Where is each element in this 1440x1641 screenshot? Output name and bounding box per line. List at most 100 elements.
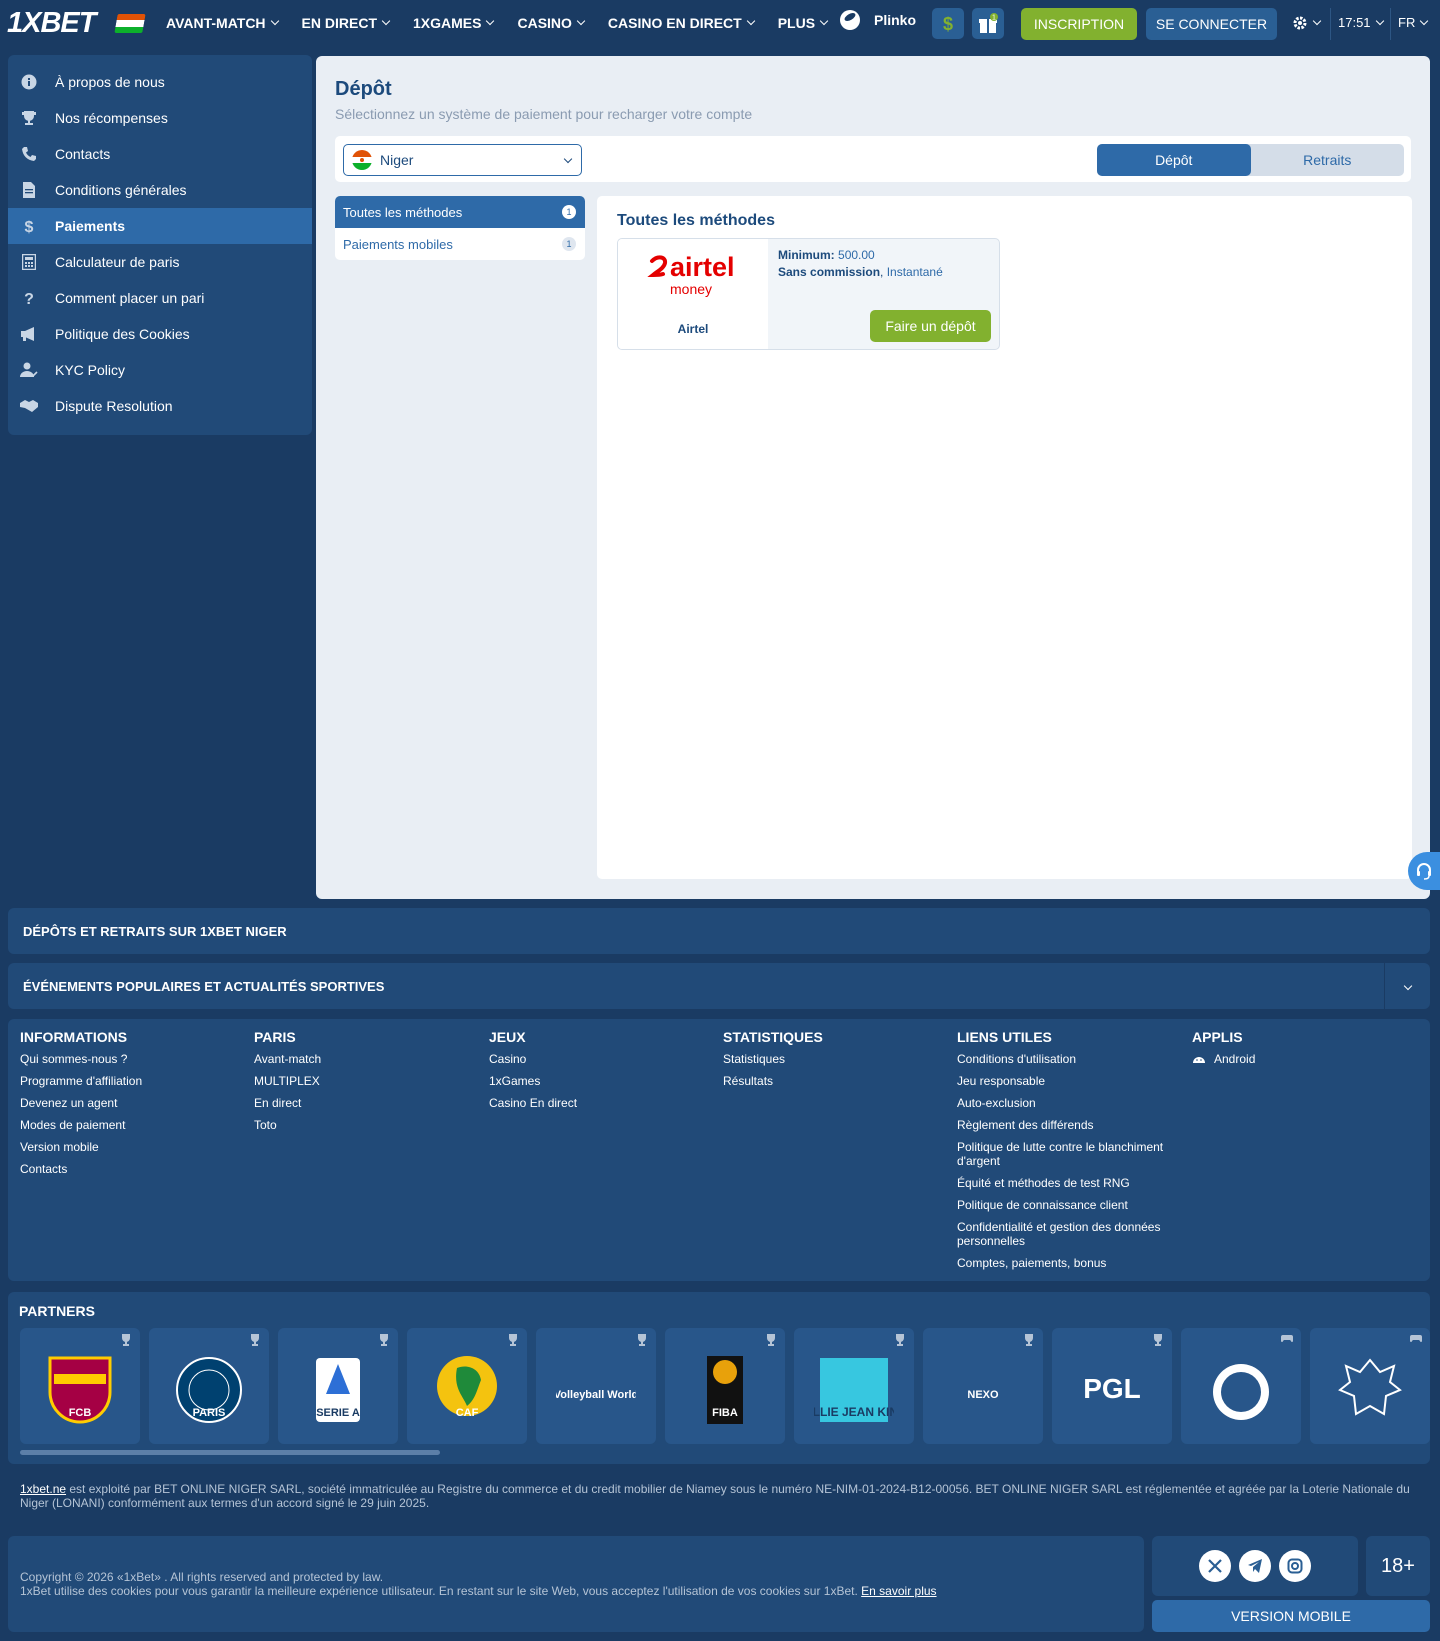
dollar-button[interactable]: $	[932, 8, 964, 39]
gift-button[interactable]: 1	[972, 8, 1004, 39]
sidebar-item-how-to-bet[interactable]: ? Comment placer un pari	[8, 280, 312, 316]
info-icon	[20, 73, 38, 91]
login-button[interactable]: SE CONNECTER	[1146, 8, 1277, 40]
svg-text:$: $	[943, 14, 953, 34]
svg-text:Volleyball World: Volleyball World	[556, 1389, 636, 1401]
filter-bar: Niger Dépôt Retraits	[335, 136, 1411, 182]
x-twitter-button[interactable]	[1199, 1550, 1231, 1582]
deposits-info-band[interactable]: DÉPÔTS ET RETRAITS SUR 1XBET NIGER	[8, 908, 1430, 954]
footer-link[interactable]: Conditions d'utilisation	[957, 1052, 1172, 1066]
partner-card[interactable]: SERIE A	[278, 1328, 398, 1444]
footer-link[interactable]: Politique de lutte contre le blanchiment…	[957, 1140, 1172, 1168]
footer-link-android[interactable]: Android	[1192, 1052, 1412, 1066]
footer-link[interactable]: 1xGames	[489, 1074, 709, 1088]
trophy-icon	[20, 109, 38, 127]
sidebar-item-about[interactable]: À propos de nous	[8, 64, 312, 100]
footer-link[interactable]: Toto	[254, 1118, 474, 1132]
footer-link[interactable]: MULTIPLEX	[254, 1074, 474, 1088]
fc-barcelona-logo: FCB	[20, 1350, 140, 1430]
partner-card[interactable]: CAF	[407, 1328, 527, 1444]
partner-card[interactable]: PARIS	[149, 1328, 269, 1444]
language-selector[interactable]: FR	[1398, 15, 1429, 30]
minimum-label: Minimum:	[778, 248, 835, 262]
nav-en-direct[interactable]: EN DIRECT	[302, 15, 391, 31]
footer-link[interactable]: Casino En direct	[489, 1096, 709, 1110]
footer-link[interactable]: Comptes, paiements, bonus	[957, 1256, 1172, 1270]
partner-card[interactable]: FCB	[20, 1328, 140, 1444]
footer-link[interactable]: Avant-match	[254, 1052, 474, 1066]
partner-card[interactable]: FIBA	[665, 1328, 785, 1444]
footer-column-title: INFORMATIONS	[20, 1029, 128, 1045]
footer-link[interactable]: Version mobile	[20, 1140, 240, 1154]
method-name: Airtel	[677, 322, 709, 336]
telegram-button[interactable]	[1239, 1550, 1271, 1582]
sidebar-item-cookies[interactable]: Politique des Cookies	[8, 316, 312, 352]
nav-plus[interactable]: PLUS	[778, 15, 829, 31]
country-value: Niger	[380, 152, 414, 168]
band-title: DÉPÔTS ET RETRAITS SUR 1XBET NIGER	[23, 923, 287, 939]
chevron-down-icon	[746, 16, 755, 26]
site-logo[interactable]: 1XBET	[7, 9, 96, 38]
make-deposit-button[interactable]: Faire un dépôt	[870, 310, 991, 342]
footer-link[interactable]: Politique de connaissance client	[957, 1198, 1172, 1212]
footer-link[interactable]: Statistiques	[723, 1052, 943, 1066]
support-chat-button[interactable]	[1408, 852, 1440, 890]
sidebar-item-kyc[interactable]: KYC Policy	[8, 352, 312, 388]
register-button[interactable]: INSCRIPTION	[1021, 8, 1137, 40]
partners-title: PARTNERS	[19, 1303, 95, 1319]
nav-casino-en-direct[interactable]: CASINO EN DIRECT	[608, 15, 755, 31]
learn-more-link[interactable]: En savoir plus	[861, 1584, 936, 1598]
sidebar-item-payments[interactable]: $ Paiements	[8, 208, 312, 244]
time-display[interactable]: 17:51	[1338, 15, 1384, 30]
sidebar-item-terms[interactable]: Conditions générales	[8, 172, 312, 208]
footer-link[interactable]: Casino	[489, 1052, 709, 1066]
payment-method-card[interactable]: airtel money Airtel Minimum: 500.00 Sans…	[617, 238, 1000, 350]
nav-1xgames[interactable]: 1XGAMES	[413, 15, 495, 31]
main-nav: AVANT-MATCH EN DIRECT 1XGAMES CASINO CAS…	[166, 0, 851, 46]
footer-column-title: JEUX	[489, 1029, 526, 1045]
plinko-link[interactable]: Plinko	[840, 10, 916, 30]
expand-button[interactable]	[1384, 963, 1430, 1009]
chevron-down-icon	[576, 16, 586, 26]
svg-text:?: ?	[24, 291, 34, 306]
partner-card[interactable]: BILLIE JEAN KING	[794, 1328, 914, 1444]
settings-button[interactable]	[1292, 15, 1322, 31]
instagram-button[interactable]	[1279, 1550, 1311, 1582]
nav-avant-match[interactable]: AVANT-MATCH	[166, 15, 279, 31]
footer-links: INFORMATIONS Qui sommes-nous ? Programme…	[8, 1019, 1430, 1281]
partners-scrollbar[interactable]	[20, 1450, 440, 1455]
footer-link[interactable]: Confidentialité et gestion des données p…	[957, 1220, 1172, 1248]
category-all-methods[interactable]: Toutes les méthodes 1	[335, 196, 585, 228]
footer-link[interactable]: Équité et méthodes de test RNG	[957, 1176, 1172, 1190]
sidebar-item-contacts[interactable]: Contacts	[8, 136, 312, 172]
footer-link[interactable]: En direct	[254, 1096, 474, 1110]
footer-link[interactable]: Auto-exclusion	[957, 1096, 1172, 1110]
tab-withdrawals[interactable]: Retraits	[1251, 144, 1405, 176]
popular-events-band[interactable]: ÉVÉNEMENTS POPULAIRES ET ACTUALITÉS SPOR…	[8, 963, 1430, 1009]
footer-link[interactable]: Contacts	[20, 1162, 240, 1176]
nav-casino[interactable]: CASINO	[517, 15, 586, 31]
tab-deposit[interactable]: Dépôt	[1097, 144, 1251, 176]
partner-card[interactable]: NEXO	[923, 1328, 1043, 1444]
sidebar-item-calculator[interactable]: Calculateur de paris	[8, 244, 312, 280]
sidebar-item-rewards[interactable]: Nos récompenses	[8, 100, 312, 136]
footer-link[interactable]: Résultats	[723, 1074, 943, 1088]
footer-link[interactable]: Qui sommes-nous ?	[20, 1052, 240, 1066]
footer-link[interactable]: Devenez un agent	[20, 1096, 240, 1110]
footer-link[interactable]: Modes de paiement	[20, 1118, 240, 1132]
footer-link[interactable]: Règlement des différends	[957, 1118, 1172, 1132]
band-title: ÉVÉNEMENTS POPULAIRES ET ACTUALITÉS SPOR…	[23, 978, 385, 994]
partner-card[interactable]	[1310, 1328, 1430, 1444]
mobile-version-button[interactable]: VERSION MOBILE	[1152, 1600, 1430, 1632]
site-link[interactable]: 1xbet.ne	[20, 1482, 66, 1496]
footer-link[interactable]: Programme d'affiliation	[20, 1074, 240, 1088]
partner-card[interactable]: PGL	[1052, 1328, 1172, 1444]
partner-card[interactable]: Volleyball World	[536, 1328, 656, 1444]
footer-link[interactable]: Jeu responsable	[957, 1074, 1172, 1088]
svg-text:BILLIE JEAN KING: BILLIE JEAN KING	[814, 1405, 894, 1419]
category-mobile-payments[interactable]: Paiements mobiles 1	[335, 228, 585, 260]
category-count-badge: 1	[562, 205, 576, 219]
partner-card[interactable]	[1181, 1328, 1301, 1444]
sidebar-item-dispute[interactable]: Dispute Resolution	[8, 388, 312, 424]
country-select[interactable]: Niger	[343, 144, 582, 176]
